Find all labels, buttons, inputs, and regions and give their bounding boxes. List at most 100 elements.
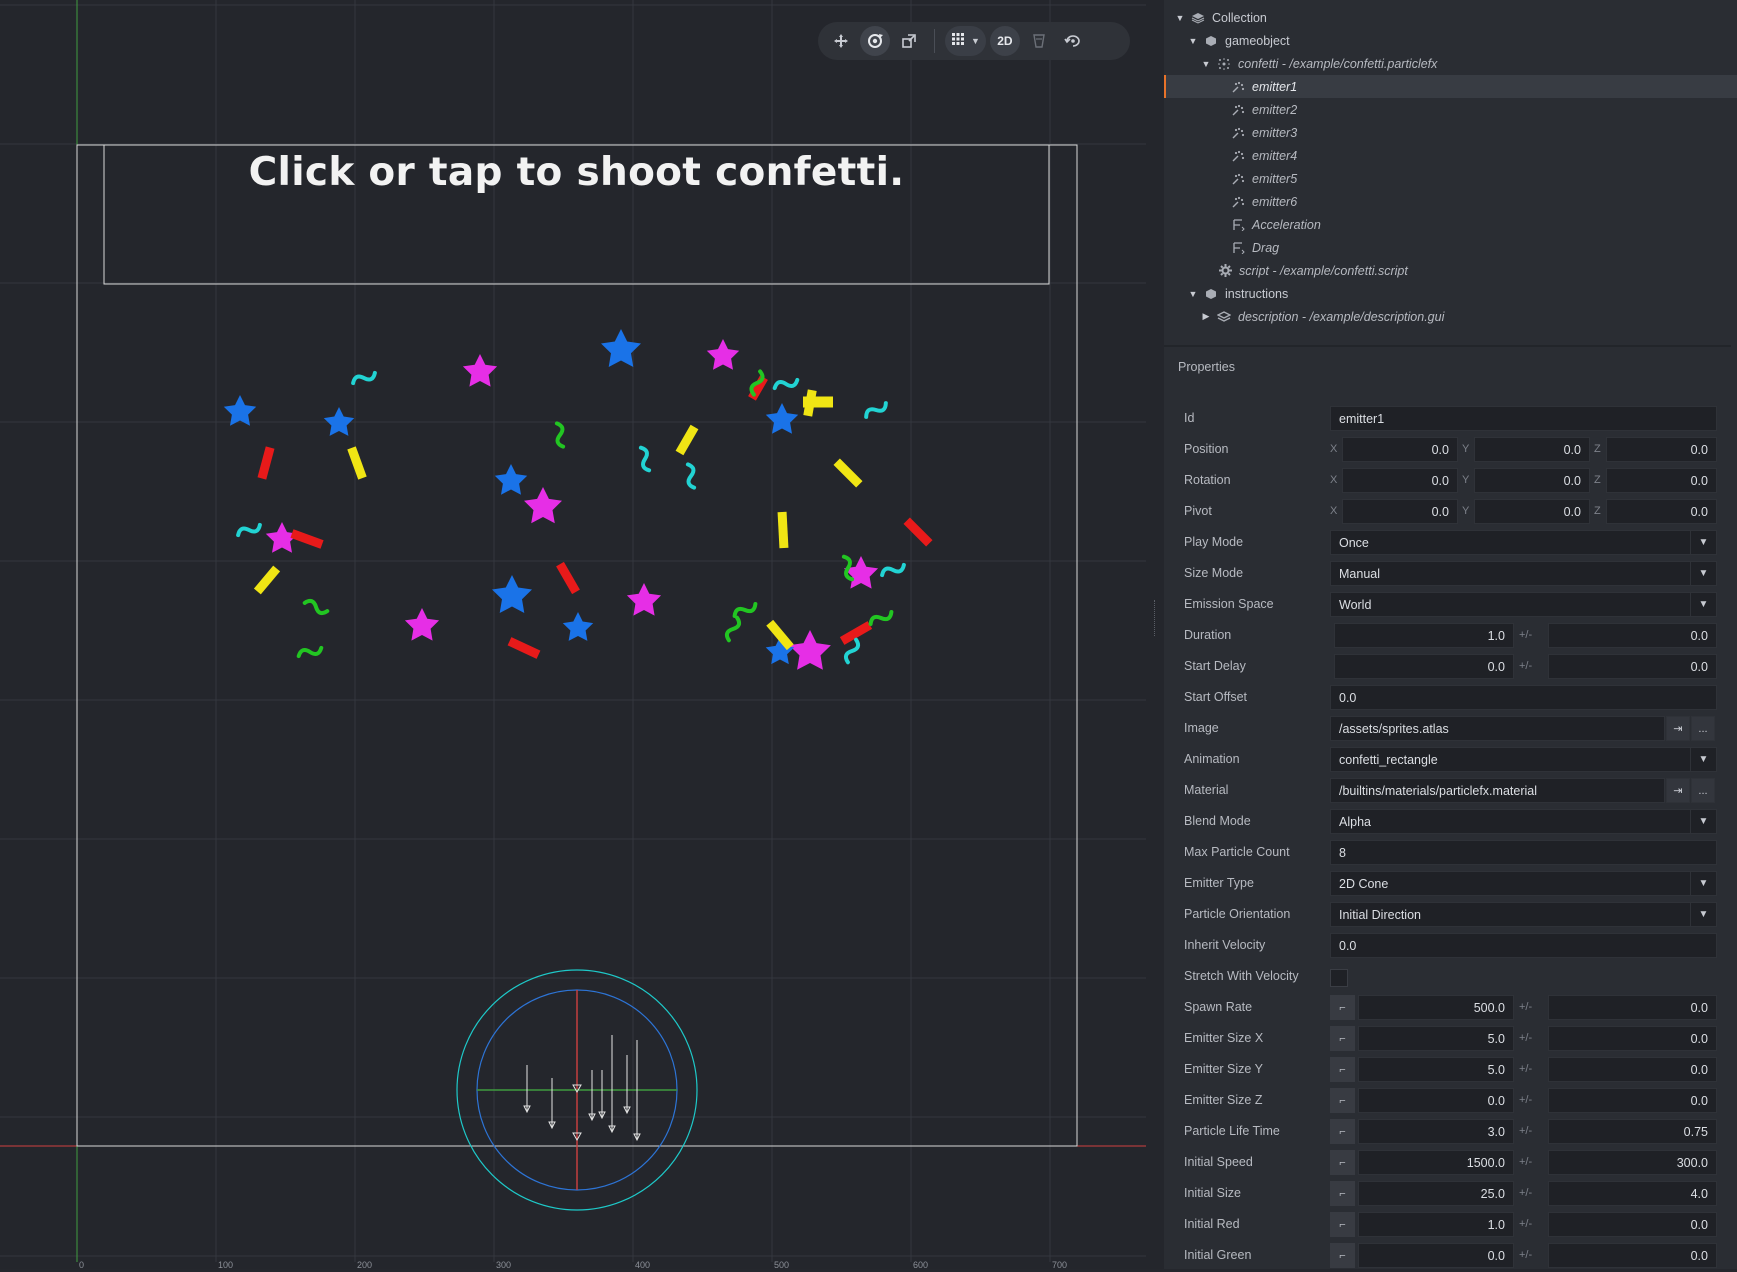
tree-item-description[interactable]: ▶ description - /example/description.gui	[1164, 305, 1737, 328]
curve-editor-icon[interactable]: ⌐	[1330, 1212, 1355, 1237]
tree-item-label: emitter3	[1252, 125, 1298, 140]
start-delay-spread-field[interactable]: 0.0	[1548, 654, 1717, 679]
spread-label: +/-	[1519, 1063, 1533, 1075]
emission-space-select[interactable]: World ▼	[1330, 592, 1717, 617]
blend-mode-select[interactable]: Alpha ▼	[1330, 809, 1717, 834]
material-field[interactable]: /builtins/materials/particlefx.material	[1330, 778, 1665, 803]
tree-item-emitter4[interactable]: emitter4	[1164, 144, 1737, 167]
tree-item-emitter6[interactable]: emitter6	[1164, 190, 1737, 213]
initial-green-field[interactable]: 0.0	[1358, 1243, 1514, 1268]
curve-editor-icon[interactable]: ⌐	[1330, 1026, 1355, 1051]
stretch-with-velocity-checkbox[interactable]	[1330, 969, 1348, 987]
particle-orientation-select[interactable]: Initial Direction ▼	[1330, 902, 1717, 927]
splitter-grip[interactable]	[1154, 600, 1156, 636]
position-y-field[interactable]: 0.0	[1474, 437, 1590, 462]
start-delay-field[interactable]: 0.0	[1334, 654, 1514, 679]
grid-dropdown[interactable]: ▼	[945, 26, 986, 56]
duration-spread-field[interactable]: 0.0	[1548, 623, 1717, 648]
curve-editor-icon[interactable]: ⌐	[1330, 1119, 1355, 1144]
id-field[interactable]: emitter1	[1330, 406, 1717, 431]
initial-red-spread-field[interactable]: 0.0	[1548, 1212, 1717, 1237]
tree-item-gameobject[interactable]: ▼ gameobject	[1164, 29, 1737, 52]
animation-select[interactable]: confetti_rectangle ▼	[1330, 747, 1717, 772]
ruler-label: 600	[913, 1260, 929, 1270]
confetti-star	[706, 339, 740, 370]
confetti-squiggle	[638, 445, 652, 473]
scene-viewport[interactable]: Click or tap to shoot confetti. ▼ 2D 0 1…	[0, 0, 1146, 1269]
position-z-field[interactable]: 0.0	[1606, 437, 1717, 462]
scale-tool-icon[interactable]	[894, 26, 924, 56]
expand-arrow-icon[interactable]: ▼	[1187, 36, 1199, 46]
tree-item-acceleration[interactable]: Acceleration	[1164, 213, 1737, 236]
panel-splitter[interactable]	[1146, 0, 1164, 1269]
visibility-filter-icon[interactable]	[1024, 26, 1054, 56]
curve-editor-icon[interactable]: ⌐	[1330, 1088, 1355, 1113]
emitter-size-x-spread-field[interactable]: 0.0	[1548, 1026, 1717, 1051]
emitter-size-y-spread-field[interactable]: 0.0	[1548, 1057, 1717, 1082]
tree-item-emitter3[interactable]: emitter3	[1164, 121, 1737, 144]
tree-item-drag[interactable]: Drag	[1164, 236, 1737, 259]
expand-arrow-icon[interactable]: ▼	[1187, 289, 1199, 299]
tree-item-collection[interactable]: ▼ Collection	[1164, 6, 1737, 29]
rotation-x-field[interactable]: 0.0	[1342, 468, 1458, 493]
browse-resource-button[interactable]: ...	[1691, 716, 1715, 741]
curve-editor-icon[interactable]: ⌐	[1330, 1150, 1355, 1175]
goto-resource-button[interactable]: ⇥	[1666, 716, 1690, 741]
2d-mode-toggle[interactable]: 2D	[989, 26, 1020, 56]
spawn-rate-spread-field[interactable]: 0.0	[1548, 995, 1717, 1020]
emitter-size-x-field[interactable]: 5.0	[1358, 1026, 1514, 1051]
tree-item-emitter5[interactable]: emitter5	[1164, 167, 1737, 190]
prop-label: Play Mode	[1184, 535, 1244, 549]
tree-item-script[interactable]: script - /example/confetti.script	[1164, 259, 1737, 282]
duration-field[interactable]: 1.0	[1334, 623, 1514, 648]
pivot-z-field[interactable]: 0.0	[1606, 499, 1717, 524]
emitter-type-select[interactable]: 2D Cone ▼	[1330, 871, 1717, 896]
pivot-y-field[interactable]: 0.0	[1474, 499, 1590, 524]
rotation-y-field[interactable]: 0.0	[1474, 468, 1590, 493]
camera-reset-icon[interactable]	[1058, 26, 1088, 56]
initial-red-field[interactable]: 1.0	[1358, 1212, 1514, 1237]
move-tool-icon[interactable]	[826, 26, 856, 56]
prop-initial-red: Initial Red ⌐ 1.0 +/- 0.0	[1164, 1210, 1737, 1241]
position-x-field[interactable]: 0.0	[1342, 437, 1458, 462]
curve-editor-icon[interactable]: ⌐	[1330, 1243, 1355, 1268]
play-mode-select[interactable]: Once ▼	[1330, 530, 1717, 555]
tree-item-instructions[interactable]: ▼ instructions	[1164, 282, 1737, 305]
axis-z-label: Z	[1594, 474, 1601, 486]
particle-life-time-spread-field[interactable]: 0.75	[1548, 1119, 1717, 1144]
curve-editor-icon[interactable]: ⌐	[1330, 1181, 1355, 1206]
tree-item-emitter2[interactable]: emitter2	[1164, 98, 1737, 121]
image-field[interactable]: /assets/sprites.atlas	[1330, 716, 1665, 741]
initial-size-spread-field[interactable]: 4.0	[1548, 1181, 1717, 1206]
confetti-rectangle	[675, 424, 699, 456]
max-particle-count-field[interactable]: 8	[1330, 840, 1717, 865]
tree-item-confetti[interactable]: ▼ confetti - /example/confetti.particlef…	[1164, 52, 1737, 75]
rotate-tool-icon[interactable]	[860, 26, 890, 56]
particle-life-time-field[interactable]: 3.0	[1358, 1119, 1514, 1144]
rotation-z-field[interactable]: 0.0	[1606, 468, 1717, 493]
emitter-size-y-field[interactable]: 5.0	[1358, 1057, 1514, 1082]
goto-resource-button[interactable]: ⇥	[1666, 778, 1690, 803]
tree-item-emitter1[interactable]: emitter1	[1164, 75, 1737, 98]
emitter-size-z-field[interactable]: 0.0	[1358, 1088, 1514, 1113]
emitter-size-z-spread-field[interactable]: 0.0	[1548, 1088, 1717, 1113]
spawn-rate-field[interactable]: 500.0	[1358, 995, 1514, 1020]
initial-speed-spread-field[interactable]: 300.0	[1548, 1150, 1717, 1175]
properties-scrollbar[interactable]	[1731, 345, 1737, 1269]
emitter-gizmo[interactable]	[456, 969, 698, 1211]
expand-arrow-icon[interactable]: ▼	[1200, 59, 1212, 69]
properties-title: Properties	[1178, 360, 1235, 374]
expand-arrow-icon[interactable]: ▶	[1200, 311, 1212, 322]
expand-arrow-icon[interactable]: ▼	[1174, 13, 1186, 23]
initial-size-field[interactable]: 25.0	[1358, 1181, 1514, 1206]
initial-speed-field[interactable]: 1500.0	[1358, 1150, 1514, 1175]
start-offset-field[interactable]: 0.0	[1330, 685, 1717, 710]
size-mode-select[interactable]: Manual ▼	[1330, 561, 1717, 586]
pivot-x-field[interactable]: 0.0	[1342, 499, 1458, 524]
curve-editor-icon[interactable]: ⌐	[1330, 995, 1355, 1020]
curve-editor-icon[interactable]: ⌐	[1330, 1057, 1355, 1082]
browse-resource-button[interactable]: ...	[1691, 778, 1715, 803]
initial-green-spread-field[interactable]: 0.0	[1548, 1243, 1717, 1268]
inherit-velocity-field[interactable]: 0.0	[1330, 933, 1717, 958]
select-value: World	[1339, 597, 1372, 612]
